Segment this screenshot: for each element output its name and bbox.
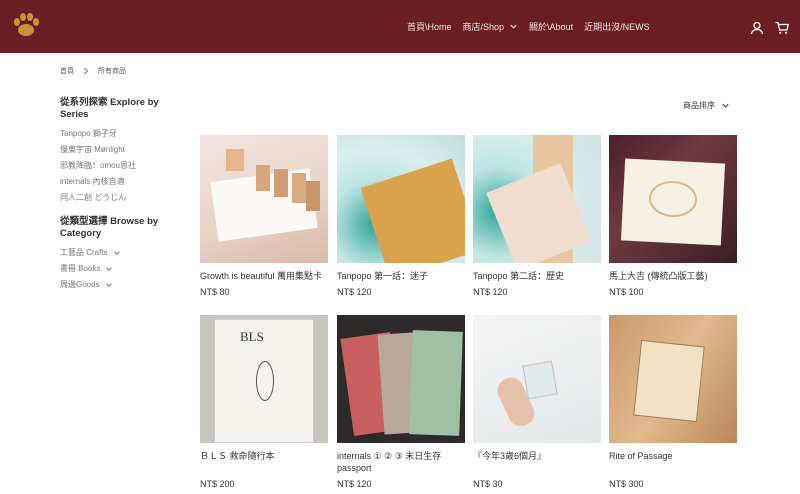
main-nav: 首頁\Home 商店/Shop 關於\About 近期出沒/NEWS (407, 0, 650, 53)
product-price: NT$ 30 (473, 479, 503, 489)
series-item[interactable]: internals 內核自適 (60, 174, 170, 190)
category-item-books[interactable]: 書冊 Books (60, 261, 170, 277)
sort-label: 商品排序 (683, 101, 715, 110)
breadcrumb: 首頁 所有商品 (60, 66, 126, 76)
nav-about[interactable]: 關於\About (529, 20, 573, 33)
product-price: NT$ 200 (200, 479, 235, 489)
nav-home[interactable]: 首頁\Home (407, 20, 452, 33)
site-header: 首頁\Home 商店/Shop 關於\About 近期出沒/NEWS (0, 0, 800, 53)
product-card[interactable]: 『今年3歲6個月』 NT$ 30 (473, 315, 601, 489)
product-image[interactable] (609, 135, 737, 263)
category-heading: 從類型選擇 Browse by Category (60, 216, 159, 239)
chevron-down-icon (106, 267, 113, 271)
series-item[interactable]: 邪教降臨！omou恩社 (60, 158, 170, 174)
category-item-crafts[interactable]: 工藝品 Crafts (60, 245, 170, 261)
paw-logo[interactable] (8, 10, 44, 42)
product-name: Tanpopo 第一話：迷子 (337, 271, 429, 281)
nav-about-label: 關於\About (529, 22, 574, 32)
product-image[interactable] (200, 135, 328, 263)
nav-shop[interactable]: 商店/Shop (463, 20, 519, 33)
product-image[interactable] (473, 315, 601, 443)
chevron-right-icon (84, 67, 89, 75)
product-name: Growth is beautiful 萬用集點卡 (200, 271, 323, 281)
chevron-down-icon (510, 24, 517, 29)
product-card[interactable]: Tanpopo 第二話：歷史 NT$ 120 (473, 135, 601, 297)
cart-icon[interactable] (775, 21, 789, 35)
product-name: 馬上大吉 (傳統凸版工藝) (609, 271, 708, 281)
series-heading: 從系列探索 Explore by Series (60, 97, 159, 120)
nav-shop-label: 商店/Shop (462, 22, 505, 32)
product-image[interactable] (609, 315, 737, 443)
product-price: NT$ 120 (473, 287, 508, 297)
sidebar: 從系列探索 Explore by Series Tanpopo 獅子牙 慢東宇宙… (60, 97, 170, 293)
product-price: NT$ 300 (609, 479, 644, 489)
category-label: 周邊Goods (60, 280, 100, 289)
chevron-down-icon (722, 103, 729, 108)
breadcrumb-current: 所有商品 (98, 68, 126, 75)
user-icon[interactable] (750, 21, 764, 35)
product-name: ＢＬＳ 救命隨行本 (200, 451, 275, 461)
product-price: NT$ 80 (200, 287, 230, 297)
product-card[interactable]: Growth is beautiful 萬用集點卡 NT$ 80 (200, 135, 328, 297)
product-price: NT$ 120 (337, 479, 372, 489)
product-name: Tanpopo 第二話：歷史 (473, 271, 565, 281)
series-item[interactable]: Tanpopo 獅子牙 (60, 126, 170, 142)
product-image[interactable] (337, 315, 465, 443)
series-item[interactable]: 同人二創 どうじん (60, 190, 170, 206)
product-card[interactable]: internals ① ② ③ 末日生存passport NT$ 120 (337, 315, 465, 489)
series-item[interactable]: 慢東宇宙 Mønlight (60, 142, 170, 158)
product-price: NT$ 120 (337, 287, 372, 297)
category-label: 書冊 Books (60, 264, 101, 273)
product-name: Rite of Passage (609, 451, 673, 461)
product-image[interactable] (337, 135, 465, 263)
product-image[interactable]: BLS (200, 315, 328, 443)
product-name: internals ① ② ③ 末日生存passport (337, 451, 442, 473)
category-label: 工藝品 Crafts (60, 248, 108, 257)
product-card[interactable]: BLS ＢＬＳ 救命隨行本 NT$ 200 (200, 315, 328, 489)
sort-dropdown[interactable]: 商品排序 (683, 100, 730, 111)
nav-news-label: 近期出沒/NEWS (584, 22, 650, 32)
product-card[interactable]: Rite of Passage NT$ 300 (609, 315, 737, 489)
product-price: NT$ 100 (609, 287, 644, 297)
product-card[interactable]: 馬上大吉 (傳統凸版工藝) NT$ 100 (609, 135, 737, 297)
nav-news[interactable]: 近期出沒/NEWS (584, 20, 650, 33)
product-card[interactable]: Tanpopo 第一話：迷子 NT$ 120 (337, 135, 465, 297)
product-name: 『今年3歲6個月』 (473, 451, 547, 461)
nav-home-label: 首頁\Home (407, 22, 452, 32)
chevron-down-icon (105, 283, 112, 287)
product-image[interactable] (473, 135, 601, 263)
chevron-down-icon (113, 251, 120, 255)
breadcrumb-home[interactable]: 首頁 (60, 66, 74, 76)
category-item-goods[interactable]: 周邊Goods (60, 277, 170, 293)
